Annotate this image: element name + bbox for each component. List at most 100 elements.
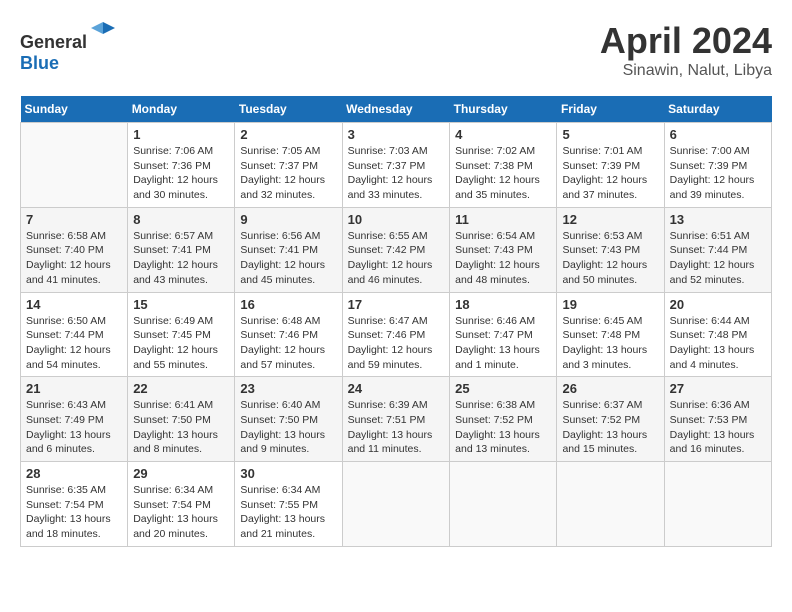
day-info: Sunrise: 6:38 AM Sunset: 7:52 PM Dayligh… bbox=[455, 398, 551, 457]
day-number: 17 bbox=[348, 297, 445, 312]
day-info: Sunrise: 7:06 AM Sunset: 7:36 PM Dayligh… bbox=[133, 144, 229, 203]
month-title: April 2024 bbox=[600, 20, 772, 62]
day-number: 27 bbox=[670, 381, 766, 396]
day-number: 9 bbox=[240, 212, 336, 227]
calendar-cell: 13 Sunrise: 6:51 AM Sunset: 7:44 PM Dayli… bbox=[664, 207, 771, 292]
day-info: Sunrise: 6:34 AM Sunset: 7:54 PM Dayligh… bbox=[133, 483, 229, 542]
calendar-cell: 8Sunrise: 6:57 AM Sunset: 7:41 PM Daylig… bbox=[128, 207, 235, 292]
day-info: Sunrise: 6:58 AM Sunset: 7:40 PM Dayligh… bbox=[26, 229, 122, 288]
weekday-header-row: SundayMondayTuesdayWednesdayThursdayFrid… bbox=[21, 96, 772, 123]
day-info: Sunrise: 6:44 AM Sunset: 7:48 PM Dayligh… bbox=[670, 314, 766, 373]
calendar-week-row: 7 Sunrise: 6:58 AM Sunset: 7:40 PM Daylig… bbox=[21, 207, 772, 292]
calendar-cell: 28 Sunrise: 6:35 AM Sunset: 7:54 PM Dayli… bbox=[21, 462, 128, 547]
calendar-week-row: 1 Sunrise: 7:06 AM Sunset: 7:36 PM Daylig… bbox=[21, 123, 772, 208]
logo-flag-icon bbox=[89, 20, 117, 48]
calendar-cell: 16 Sunrise: 6:48 AM Sunset: 7:46 PM Dayli… bbox=[235, 292, 342, 377]
calendar-cell: 6 Sunrise: 7:00 AM Sunset: 7:39 PM Daylig… bbox=[664, 123, 771, 208]
calendar-cell: 2 Sunrise: 7:05 AM Sunset: 7:37 PM Daylig… bbox=[235, 123, 342, 208]
day-number: 4 bbox=[455, 127, 551, 142]
day-number: 22 bbox=[133, 381, 229, 396]
calendar-cell: 3 Sunrise: 7:03 AM Sunset: 7:37 PM Daylig… bbox=[342, 123, 450, 208]
calendar-cell: 17 Sunrise: 6:47 AM Sunset: 7:46 PM Dayli… bbox=[342, 292, 450, 377]
day-number: 25 bbox=[455, 381, 551, 396]
weekday-header-sunday: Sunday bbox=[21, 96, 128, 123]
calendar-cell: 30 Sunrise: 6:34 AM Sunset: 7:55 PM Dayli… bbox=[235, 462, 342, 547]
day-info: Sunrise: 6:34 AM Sunset: 7:55 PM Dayligh… bbox=[240, 483, 336, 542]
location-title: Sinawin, Nalut, Libya bbox=[600, 62, 772, 80]
calendar-cell: 14Sunrise: 6:50 AM Sunset: 7:44 PM Dayli… bbox=[21, 292, 128, 377]
weekday-header-friday: Friday bbox=[557, 96, 664, 123]
day-number: 28 bbox=[26, 466, 122, 481]
day-info: Sunrise: 7:00 AM Sunset: 7:39 PM Dayligh… bbox=[670, 144, 766, 203]
day-info: Sunrise: 6:36 AM Sunset: 7:53 PM Dayligh… bbox=[670, 398, 766, 457]
logo-blue-text: Blue bbox=[20, 53, 59, 73]
day-info: Sunrise: 6:48 AM Sunset: 7:46 PM Dayligh… bbox=[240, 314, 336, 373]
day-number: 15 bbox=[133, 297, 229, 312]
calendar-cell: 11 Sunrise: 6:54 AM Sunset: 7:43 PM Dayli… bbox=[450, 207, 557, 292]
day-info: Sunrise: 6:53 AM Sunset: 7:43 PM Dayligh… bbox=[562, 229, 658, 288]
calendar-cell: 18Sunrise: 6:46 AM Sunset: 7:47 PM Dayli… bbox=[450, 292, 557, 377]
calendar-cell: 7 Sunrise: 6:58 AM Sunset: 7:40 PM Daylig… bbox=[21, 207, 128, 292]
calendar-body: 1 Sunrise: 7:06 AM Sunset: 7:36 PM Daylig… bbox=[21, 123, 772, 547]
day-number: 5 bbox=[562, 127, 658, 142]
weekday-header-thursday: Thursday bbox=[450, 96, 557, 123]
calendar-cell bbox=[664, 462, 771, 547]
calendar-cell: 19Sunrise: 6:45 AM Sunset: 7:48 PM Dayli… bbox=[557, 292, 664, 377]
day-number: 2 bbox=[240, 127, 336, 142]
calendar-week-row: 21 Sunrise: 6:43 AM Sunset: 7:49 PM Dayli… bbox=[21, 377, 772, 462]
day-number: 24 bbox=[348, 381, 445, 396]
calendar-cell: 20 Sunrise: 6:44 AM Sunset: 7:48 PM Dayli… bbox=[664, 292, 771, 377]
calendar-cell: 23 Sunrise: 6:40 AM Sunset: 7:50 PM Dayli… bbox=[235, 377, 342, 462]
day-number: 7 bbox=[26, 212, 122, 227]
calendar-cell: 10Sunrise: 6:55 AM Sunset: 7:42 PM Dayli… bbox=[342, 207, 450, 292]
calendar-cell: 27 Sunrise: 6:36 AM Sunset: 7:53 PM Dayli… bbox=[664, 377, 771, 462]
day-number: 1 bbox=[133, 127, 229, 142]
day-info: Sunrise: 6:57 AM Sunset: 7:41 PM Dayligh… bbox=[133, 229, 229, 288]
logo-wordmark: General Blue bbox=[20, 20, 117, 74]
calendar-cell: 22 Sunrise: 6:41 AM Sunset: 7:50 PM Dayli… bbox=[128, 377, 235, 462]
calendar-cell: 12 Sunrise: 6:53 AM Sunset: 7:43 PM Dayli… bbox=[557, 207, 664, 292]
day-number: 12 bbox=[562, 212, 658, 227]
calendar-header: SundayMondayTuesdayWednesdayThursdayFrid… bbox=[21, 96, 772, 123]
day-info: Sunrise: 6:51 AM Sunset: 7:44 PM Dayligh… bbox=[670, 229, 766, 288]
logo-general-text: General bbox=[20, 32, 87, 52]
day-number: 20 bbox=[670, 297, 766, 312]
calendar-cell: 26Sunrise: 6:37 AM Sunset: 7:52 PM Dayli… bbox=[557, 377, 664, 462]
day-number: 19 bbox=[562, 297, 658, 312]
day-info: Sunrise: 6:40 AM Sunset: 7:50 PM Dayligh… bbox=[240, 398, 336, 457]
calendar-cell bbox=[21, 123, 128, 208]
calendar-cell: 9 Sunrise: 6:56 AM Sunset: 7:41 PM Daylig… bbox=[235, 207, 342, 292]
day-info: Sunrise: 7:03 AM Sunset: 7:37 PM Dayligh… bbox=[348, 144, 445, 203]
day-number: 13 bbox=[670, 212, 766, 227]
day-number: 6 bbox=[670, 127, 766, 142]
title-block: April 2024 Sinawin, Nalut, Libya bbox=[600, 20, 772, 80]
day-info: Sunrise: 6:35 AM Sunset: 7:54 PM Dayligh… bbox=[26, 483, 122, 542]
day-info: Sunrise: 6:43 AM Sunset: 7:49 PM Dayligh… bbox=[26, 398, 122, 457]
weekday-header-saturday: Saturday bbox=[664, 96, 771, 123]
day-info: Sunrise: 6:56 AM Sunset: 7:41 PM Dayligh… bbox=[240, 229, 336, 288]
day-info: Sunrise: 6:41 AM Sunset: 7:50 PM Dayligh… bbox=[133, 398, 229, 457]
day-info: Sunrise: 7:02 AM Sunset: 7:38 PM Dayligh… bbox=[455, 144, 551, 203]
day-info: Sunrise: 6:54 AM Sunset: 7:43 PM Dayligh… bbox=[455, 229, 551, 288]
day-info: Sunrise: 7:05 AM Sunset: 7:37 PM Dayligh… bbox=[240, 144, 336, 203]
day-number: 21 bbox=[26, 381, 122, 396]
weekday-header-tuesday: Tuesday bbox=[235, 96, 342, 123]
day-info: Sunrise: 6:47 AM Sunset: 7:46 PM Dayligh… bbox=[348, 314, 445, 373]
calendar-cell: 21 Sunrise: 6:43 AM Sunset: 7:49 PM Dayli… bbox=[21, 377, 128, 462]
calendar-cell: 25 Sunrise: 6:38 AM Sunset: 7:52 PM Dayli… bbox=[450, 377, 557, 462]
day-info: Sunrise: 6:39 AM Sunset: 7:51 PM Dayligh… bbox=[348, 398, 445, 457]
logo: General Blue bbox=[20, 20, 117, 74]
day-info: Sunrise: 6:50 AM Sunset: 7:44 PM Dayligh… bbox=[26, 314, 122, 373]
day-info: Sunrise: 7:01 AM Sunset: 7:39 PM Dayligh… bbox=[562, 144, 658, 203]
weekday-header-monday: Monday bbox=[128, 96, 235, 123]
day-number: 3 bbox=[348, 127, 445, 142]
day-number: 29 bbox=[133, 466, 229, 481]
calendar-cell: 4 Sunrise: 7:02 AM Sunset: 7:38 PM Daylig… bbox=[450, 123, 557, 208]
calendar-cell bbox=[557, 462, 664, 547]
day-number: 23 bbox=[240, 381, 336, 396]
calendar-week-row: 14Sunrise: 6:50 AM Sunset: 7:44 PM Dayli… bbox=[21, 292, 772, 377]
day-number: 30 bbox=[240, 466, 336, 481]
day-number: 16 bbox=[240, 297, 336, 312]
day-number: 11 bbox=[455, 212, 551, 227]
calendar-cell bbox=[450, 462, 557, 547]
